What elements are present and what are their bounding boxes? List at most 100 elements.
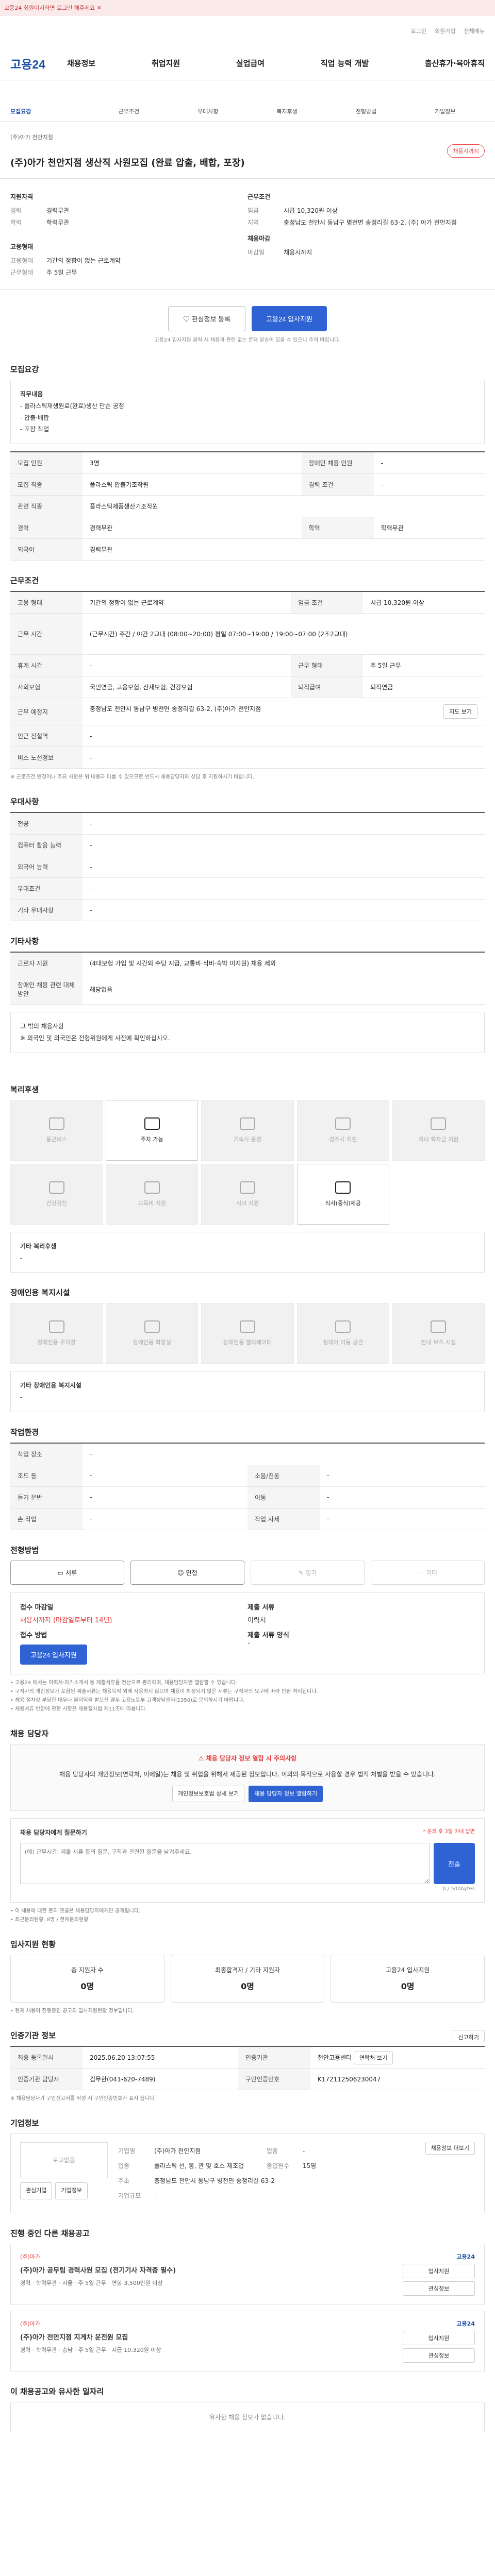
all-menu-link[interactable]: 전체메뉴 <box>464 27 485 35</box>
gnb-item-jobs[interactable]: 채용정보 <box>67 58 95 69</box>
row-header: 관련 직종 <box>10 495 82 518</box>
deadline-value: 채용시까지 <box>20 1616 51 1624</box>
apply-button-2[interactable]: 고용24 입사지원 <box>20 1644 87 1665</box>
row-header: 근무 형태 <box>291 654 364 677</box>
prefer-table: 전공 - 컴퓨터 활용 능력 - 외국어 능력 - 우대조건 - 기타 우대사항 - <box>10 812 485 922</box>
bus-icon <box>48 1117 64 1130</box>
duty-heading: 직무내용 <box>20 391 43 398</box>
gnb-menu: 채용정보 취업지원 실업급여 직업 능력 개발 출산휴가·육아휴직 <box>67 58 485 69</box>
job-card-title[interactable]: (주)아가 천안지점 지게차 운전원 모집 <box>20 2332 392 2342</box>
welfare-item: 식비 지원 <box>201 1163 294 1225</box>
contact-notes: • 이 채용에 대한 문의 댓글은 채용담당자에게만 공개됩니다. • 최근문의… <box>10 1907 485 1924</box>
etc-icon: ⋯ <box>418 1569 426 1577</box>
row-header: 모집 인원 <box>10 452 82 474</box>
workenv-section: 작업환경 작업 장소 - 조도 등 - 소음/진동 - 들기 운반 - 이동 - 손 작업 - 작… <box>0 1427 495 1530</box>
job-card-apply-button[interactable]: 입사지원 <box>403 2331 475 2346</box>
alert-text: 채용 담당자의 개인정보(연락처, 이메일)는 채용 및 취업을 위해서 제공된… <box>59 1770 436 1778</box>
apply-button[interactable]: 고용24 입사지원 <box>252 306 327 331</box>
gnb-item-unemployment[interactable]: 실업급여 <box>236 58 265 69</box>
join-link[interactable]: 회원가입 <box>435 27 455 35</box>
interest-company-button[interactable]: 관심기업 <box>20 2182 53 2200</box>
agency-contact-button[interactable]: 연락처 보기 <box>353 2052 393 2065</box>
job-card-title[interactable]: (주)아가 공무팀 경력사원 모집 (전기기사 자격증 필수) <box>20 2265 392 2275</box>
row-value: (4대보험 가입 및 시간외 수당 지급, 교통비·식비·숙박 미지원) 채용 … <box>82 952 485 975</box>
map-button[interactable]: 지도 보기 <box>443 704 477 719</box>
welfare-label: 통근버스 <box>46 1136 67 1143</box>
gnb-item-support[interactable]: 취업지원 <box>152 58 180 69</box>
how-label: 접수 방법 <box>20 1631 47 1639</box>
job-card[interactable]: (주)아가 (주)아가 천안지점 지게차 운전원 모집 경력 · 학력무관 · … <box>10 2311 485 2372</box>
tab-company[interactable]: 기업정보 <box>406 107 485 115</box>
view-contact-button[interactable]: 채용 담당자 정보 열람하기 <box>249 1785 323 1803</box>
gnb-item-leave[interactable]: 출산휴가·육아휴직 <box>425 58 485 69</box>
gnb-item-training[interactable]: 직업 능력 개발 <box>321 58 369 69</box>
company-value: - <box>154 2192 157 2199</box>
scrap-button[interactable]: ♡ 관심정보 등록 <box>168 306 246 331</box>
table-row: 우대조건 - <box>10 877 485 900</box>
summary-heading: 근무조건 <box>248 193 271 200</box>
welfare-label: 주차 가능 <box>140 1136 163 1143</box>
tab-prefer[interactable]: 우대사항 <box>169 107 248 115</box>
job-card-company: (주)아가 <box>20 2253 40 2261</box>
table-row: 외국어 능력 - <box>10 856 485 878</box>
company-info-button[interactable]: 기업정보 <box>55 2182 88 2200</box>
prefer-section: 우대사항 전공 - 컴퓨터 활용 능력 - 외국어 능력 - 우대조건 - 기타 우대사… <box>0 796 495 922</box>
section-tabs: 모집요강 근무조건 우대사항 복지후생 전형방법 기업정보 <box>0 101 495 122</box>
tab-welfare[interactable]: 복지후생 <box>248 107 326 115</box>
report-button[interactable]: 신고하기 <box>452 2030 485 2043</box>
inquiry-box: 채용 담당자에게 질문하기 * 문의 후 3일 이내 답변 전송 0 / 500… <box>10 1818 485 1903</box>
row-value: - <box>82 747 485 769</box>
job-card[interactable]: (주)아가 (주)아가 공무팀 경력사원 모집 (전기기사 자격증 필수) 경력… <box>10 2244 485 2305</box>
summary-value: 충청남도 천안시 동남구 병천면 송정리길 63-2, (주) 아가 천안지점 <box>284 219 457 226</box>
notice-banner[interactable]: 고용24 회원이시라면 로그인 해주세요 ✕ <box>0 0 495 15</box>
apply-note: 고용24 입사지원 클릭 시 채용과 관련 없는 문자 발송이 있을 수 있으니… <box>154 337 341 343</box>
section-title: 근무조건 <box>10 576 39 586</box>
job-card-scrap-button[interactable]: 관심정보 <box>403 2348 475 2363</box>
row-value: 천안고용센터 연락처 보기 <box>310 2046 485 2069</box>
row-header: 인증기관 담당자 <box>10 2068 82 2091</box>
job-card-logo: 고용24 <box>456 2253 475 2261</box>
submit-button[interactable]: 전송 <box>434 1843 475 1885</box>
row-header: 근무 예정지 <box>10 698 82 726</box>
inquiry-header: 채용 담당자에게 질문하기 * 문의 후 3일 이내 답변 <box>20 1827 475 1839</box>
section-title: 이 채용공고와 유사한 일자리 <box>10 2387 104 2397</box>
table-row: 작업 장소 - <box>10 1443 485 1465</box>
company-jobs-button[interactable]: 채용정보 더보기 <box>425 2142 475 2155</box>
recruit-info-section: 인증기관 정보 신고하기 최종 등록일시 2025.06.20 13:07:55 인… <box>0 2030 495 2103</box>
job-card-scrap-button[interactable]: 관심정보 <box>403 2281 475 2296</box>
company-box: 로고없음 관심기업 기업정보 기업명 (주)아가 천안지점 업종 - 업종 플라스틱 선… <box>10 2133 485 2214</box>
welfare-item: 교육비 지원 <box>106 1163 199 1225</box>
method-label: 서류 <box>65 1569 77 1577</box>
company-name: (주)아가 천안지점 <box>10 134 53 141</box>
applicant-stats: 총 지원자 수 0명 최종합격자 / 기타 지원자 0명 고용24 입사지원 0명 <box>10 1955 485 2003</box>
recruit-info-table: 최종 등록일시 2025.06.20 13:07:55 인증기관 천안고용센터 연락처… <box>10 2046 485 2091</box>
disability-label: 장애인용 주차장 <box>37 1339 76 1346</box>
selection-note: • 구직자의 개인정보가 포함된 제출서류는 채용목적 외에 사용하지 않으며 … <box>10 1688 318 1694</box>
row-value: - <box>82 725 485 748</box>
work-table: 고용 형태 기간의 정함이 없는 근로계약 임금 조건 시급 10,320원 이상 근… <box>10 591 485 769</box>
row-value: - <box>82 899 485 922</box>
job-summary: 지원자격 경력 경력무관 학력 학력무관 고용형태 고용형태 기간의 정함이 없는 근… <box>0 179 495 290</box>
tab-recruit[interactable]: 모집요강 <box>10 107 89 115</box>
duty-line: - 포장 작업 <box>20 426 50 433</box>
row-header: 근로자 지원 <box>10 952 82 975</box>
meta-item: 주 5일 근무 <box>78 2347 106 2354</box>
summary-key: 지역 <box>248 219 259 226</box>
site-logo[interactable]: 고용24 <box>10 55 67 72</box>
selection-info: 접수 마감일 채용시까지 (마감일로부터 14년) 접수 방법 고용24 입사지… <box>10 1591 485 1674</box>
job-card-apply-button[interactable]: 입사지원 <box>403 2264 475 2279</box>
job-card-meta: 경력 · 학력무관 · 충남 · 주 5일 근무 · 시급 10,320원 이상 <box>20 2347 161 2354</box>
warning-icon: ⚠ <box>198 1754 206 1762</box>
login-link[interactable]: 로그인 <box>411 27 426 35</box>
deadline-row: 채용시까지 (마감일로부터 14년) <box>20 1615 248 1624</box>
welfare-label: 식비 지원 <box>236 1199 259 1207</box>
tab-selection[interactable]: 전형방법 <box>326 107 405 115</box>
section-title: 장애인용 복지시설 <box>10 1288 70 1298</box>
privacy-button[interactable]: 개인정보보호법 상세 보기 <box>172 1785 245 1803</box>
summary-left: 지원자격 경력 경력무관 학력 학력무관 고용형태 고용형태 기간의 정함이 없는 근… <box>10 188 248 280</box>
welfare-item: 자녀 학자금 지원 <box>392 1099 485 1161</box>
tab-work[interactable]: 근무조건 <box>89 107 168 115</box>
inquiry-input[interactable] <box>20 1843 430 1885</box>
docs-col: 제출 서류 이력서 제출 서류 양식 - <box>248 1602 475 1665</box>
table-row: 인증기관 담당자 김무한(041-620-7489) 구인인증번호 K17211250… <box>10 2068 485 2091</box>
